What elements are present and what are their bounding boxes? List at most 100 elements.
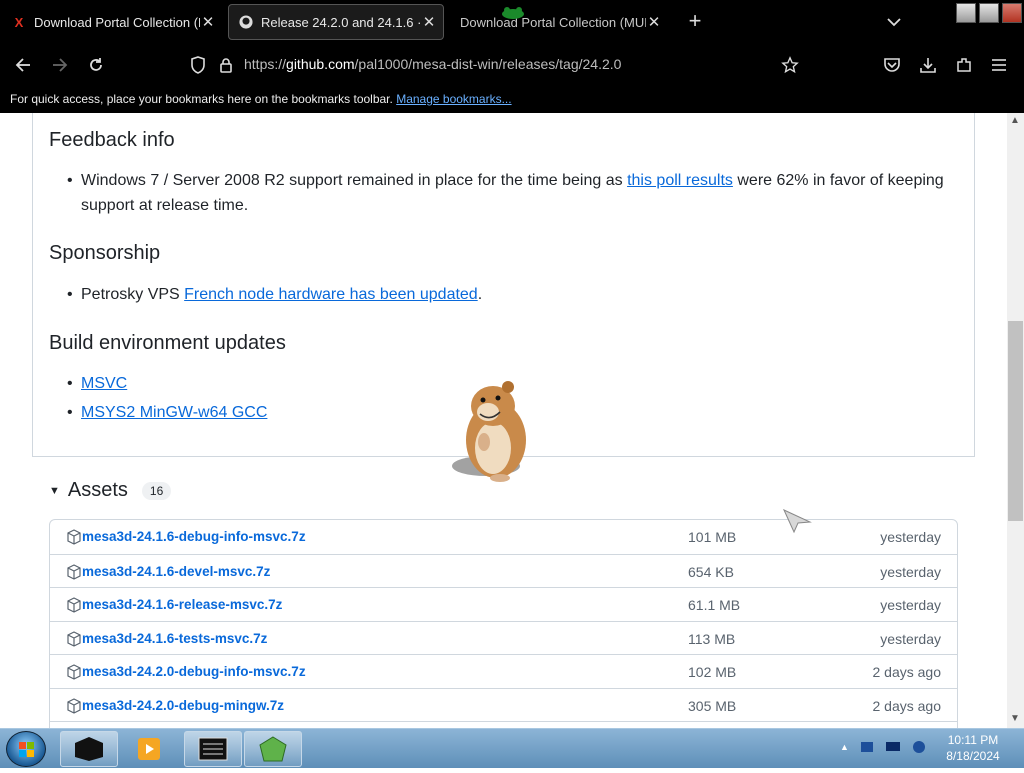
tab-release[interactable]: Release 24.2.0 and 24.1.6 · pal10 ✕ bbox=[228, 4, 444, 40]
system-tray: ▲ bbox=[840, 739, 927, 755]
asset-name-link[interactable]: mesa3d-24.1.6-debug-info-msvc.7z bbox=[82, 529, 306, 544]
asset-name-link[interactable]: mesa3d-24.1.6-release-msvc.7z bbox=[82, 597, 282, 612]
package-icon bbox=[66, 529, 82, 545]
maximize-button[interactable] bbox=[979, 3, 999, 23]
scroll-up-arrow-icon[interactable]: ▲ bbox=[1010, 115, 1020, 126]
shield-icon[interactable] bbox=[187, 54, 209, 76]
url-prefix: https:// bbox=[244, 56, 287, 72]
taskbar-media-player[interactable] bbox=[121, 731, 177, 767]
start-button[interactable] bbox=[6, 731, 46, 767]
taskbar-clock[interactable]: 10:11 PM 8/18/2024 bbox=[940, 732, 1006, 764]
asset-row: mesa3d-24.1.6-debug-info-msvc.7z 101 MB … bbox=[50, 520, 957, 554]
heading-build-environment: Build environment updates bbox=[49, 332, 286, 354]
poll-results-link[interactable]: this poll results bbox=[627, 172, 733, 189]
tab-title: Download Portal Collection (MULT bbox=[34, 14, 200, 30]
package-icon bbox=[66, 630, 82, 647]
asset-row-partial bbox=[50, 721, 957, 728]
asset-size: 61.1 MB bbox=[688, 597, 741, 613]
asset-size: 101 MB bbox=[688, 529, 737, 545]
package-icon bbox=[66, 563, 82, 580]
asset-size: 113 MB bbox=[688, 630, 736, 647]
windows-taskbar: ▲ 10:11 PM 8/18/2024 bbox=[0, 728, 1024, 768]
feedback-text-middle: were 62% in favor of keeping bbox=[737, 172, 944, 189]
asset-name-link[interactable]: mesa3d-24.2.0-debug-info-msvc.7z bbox=[82, 664, 306, 679]
scroll-down-arrow-icon[interactable]: ▼ bbox=[1010, 713, 1020, 724]
list-all-tabs-icon[interactable] bbox=[884, 12, 904, 32]
package-icon bbox=[66, 697, 82, 714]
bullet-dot: • bbox=[67, 286, 73, 303]
vertical-scrollbar[interactable]: ▲ ▼ bbox=[1007, 113, 1024, 728]
tab-title: Release 24.2.0 and 24.1.6 · pal10 bbox=[261, 14, 421, 30]
address-bar[interactable]: https://github.com/pal1000/mesa-dist-win… bbox=[244, 56, 621, 72]
monitor-icon[interactable] bbox=[885, 739, 901, 755]
reload-icon[interactable] bbox=[85, 54, 107, 76]
close-tab-icon[interactable]: ✕ bbox=[421, 13, 437, 31]
minimize-button[interactable] bbox=[956, 3, 976, 23]
bullet-dot: • bbox=[67, 404, 73, 421]
asset-date: yesterday bbox=[880, 529, 941, 545]
feedback-text: Windows 7 / Server 2008 R2 support remai… bbox=[81, 168, 947, 218]
msys2-link[interactable]: MSYS2 MinGW-w64 GCC bbox=[81, 400, 267, 425]
package-icon bbox=[66, 664, 82, 680]
show-hidden-icons-icon[interactable]: ▲ bbox=[840, 742, 849, 752]
close-window-button[interactable] bbox=[1002, 3, 1022, 23]
bookmarks-toolbar: For quick access, place your bookmarks h… bbox=[0, 86, 1024, 113]
asset-name-link[interactable]: mesa3d-24.2.0-debug-mingw.7z bbox=[82, 698, 284, 713]
msvc-link[interactable]: MSVC bbox=[81, 371, 127, 396]
asset-name-link[interactable]: mesa3d-24.1.6-devel-msvc.7z bbox=[82, 564, 270, 579]
french-node-link[interactable]: French node hardware has been updated bbox=[184, 286, 478, 303]
heading-feedback-info: Feedback info bbox=[49, 129, 175, 151]
github-favicon-icon bbox=[239, 15, 253, 29]
new-tab-button[interactable]: + bbox=[684, 10, 706, 32]
lock-icon[interactable] bbox=[215, 54, 237, 76]
taskbar-app-cube[interactable] bbox=[60, 731, 118, 767]
menu-hamburger-icon[interactable] bbox=[988, 54, 1010, 76]
asset-name-link[interactable]: mesa3d-24.1.6-tests-msvc.7z bbox=[82, 631, 267, 646]
taskbar-command-prompt[interactable] bbox=[184, 731, 242, 767]
frog-toy-icon bbox=[500, 6, 526, 19]
clock-time: 10:11 PM bbox=[947, 733, 999, 747]
mouse-cursor-icon bbox=[782, 508, 812, 534]
package-icon bbox=[66, 597, 82, 613]
network-icon[interactable] bbox=[859, 739, 875, 755]
extensions-icon[interactable] bbox=[953, 54, 975, 76]
close-tab-icon[interactable]: ✕ bbox=[646, 13, 662, 31]
assets-list: mesa3d-24.1.6-debug-info-msvc.7z 101 MB … bbox=[49, 519, 958, 728]
asset-date: 2 days ago bbox=[872, 664, 942, 680]
sponsor-period: . bbox=[477, 286, 483, 303]
assets-toggle[interactable]: ▼ Assets 16 bbox=[49, 479, 172, 502]
back-arrow-icon[interactable] bbox=[12, 54, 34, 76]
forward-arrow-icon[interactable] bbox=[49, 54, 71, 76]
x-favicon-icon: X bbox=[14, 14, 24, 30]
asset-row: mesa3d-24.1.6-devel-msvc.7z 654 KB yeste… bbox=[50, 553, 957, 588]
asset-row: mesa3d-24.1.6-tests-msvc.7z 113 MB yeste… bbox=[50, 620, 957, 655]
tab-title: Download Portal Collection (MULTI bbox=[460, 14, 646, 30]
downloads-icon[interactable] bbox=[917, 54, 939, 76]
manage-bookmarks-link[interactable]: Manage bookmarks... bbox=[396, 92, 511, 106]
sponsor-name: Petrosky VPS bbox=[81, 286, 180, 303]
assets-heading: Assets bbox=[67, 479, 128, 501]
asset-date: yesterday bbox=[880, 563, 941, 580]
asset-size: 654 KB bbox=[688, 563, 734, 580]
scrollbar-thumb[interactable] bbox=[1008, 321, 1023, 521]
url-path: /pal1000/mesa-dist-win/releases/tag/24.2… bbox=[354, 56, 622, 72]
bookmark-star-icon[interactable] bbox=[779, 54, 801, 76]
asset-date: yesterday bbox=[880, 597, 941, 613]
taskbar-green-app[interactable] bbox=[244, 731, 302, 767]
tab-bar: X Download Portal Collection (MULT ✕ Rel… bbox=[0, 0, 1024, 44]
feedback-text-end: support at release time. bbox=[81, 197, 249, 214]
speaker-icon[interactable] bbox=[911, 739, 927, 755]
heading-sponsorship: Sponsorship bbox=[49, 242, 161, 264]
asset-row: mesa3d-24.1.6-release-msvc.7z 61.1 MB ye… bbox=[50, 587, 957, 621]
close-tab-icon[interactable]: ✕ bbox=[200, 13, 216, 31]
pocket-icon[interactable] bbox=[881, 54, 903, 76]
hamster-desktop-pet[interactable] bbox=[448, 378, 538, 486]
bullet-dot: • bbox=[67, 375, 73, 392]
bullet-dot: • bbox=[67, 172, 73, 189]
asset-size: 305 MB bbox=[688, 697, 737, 714]
tab-download-portal-1[interactable]: X Download Portal Collection (MULT ✕ bbox=[2, 4, 222, 40]
asset-date: 2 days ago bbox=[872, 697, 942, 714]
tab-download-portal-2[interactable]: Download Portal Collection (MULTI ✕ bbox=[450, 4, 668, 40]
sponsorship-text: Petrosky VPS French node hardware has be… bbox=[81, 282, 482, 307]
assets-count-badge: 16 bbox=[141, 481, 172, 500]
